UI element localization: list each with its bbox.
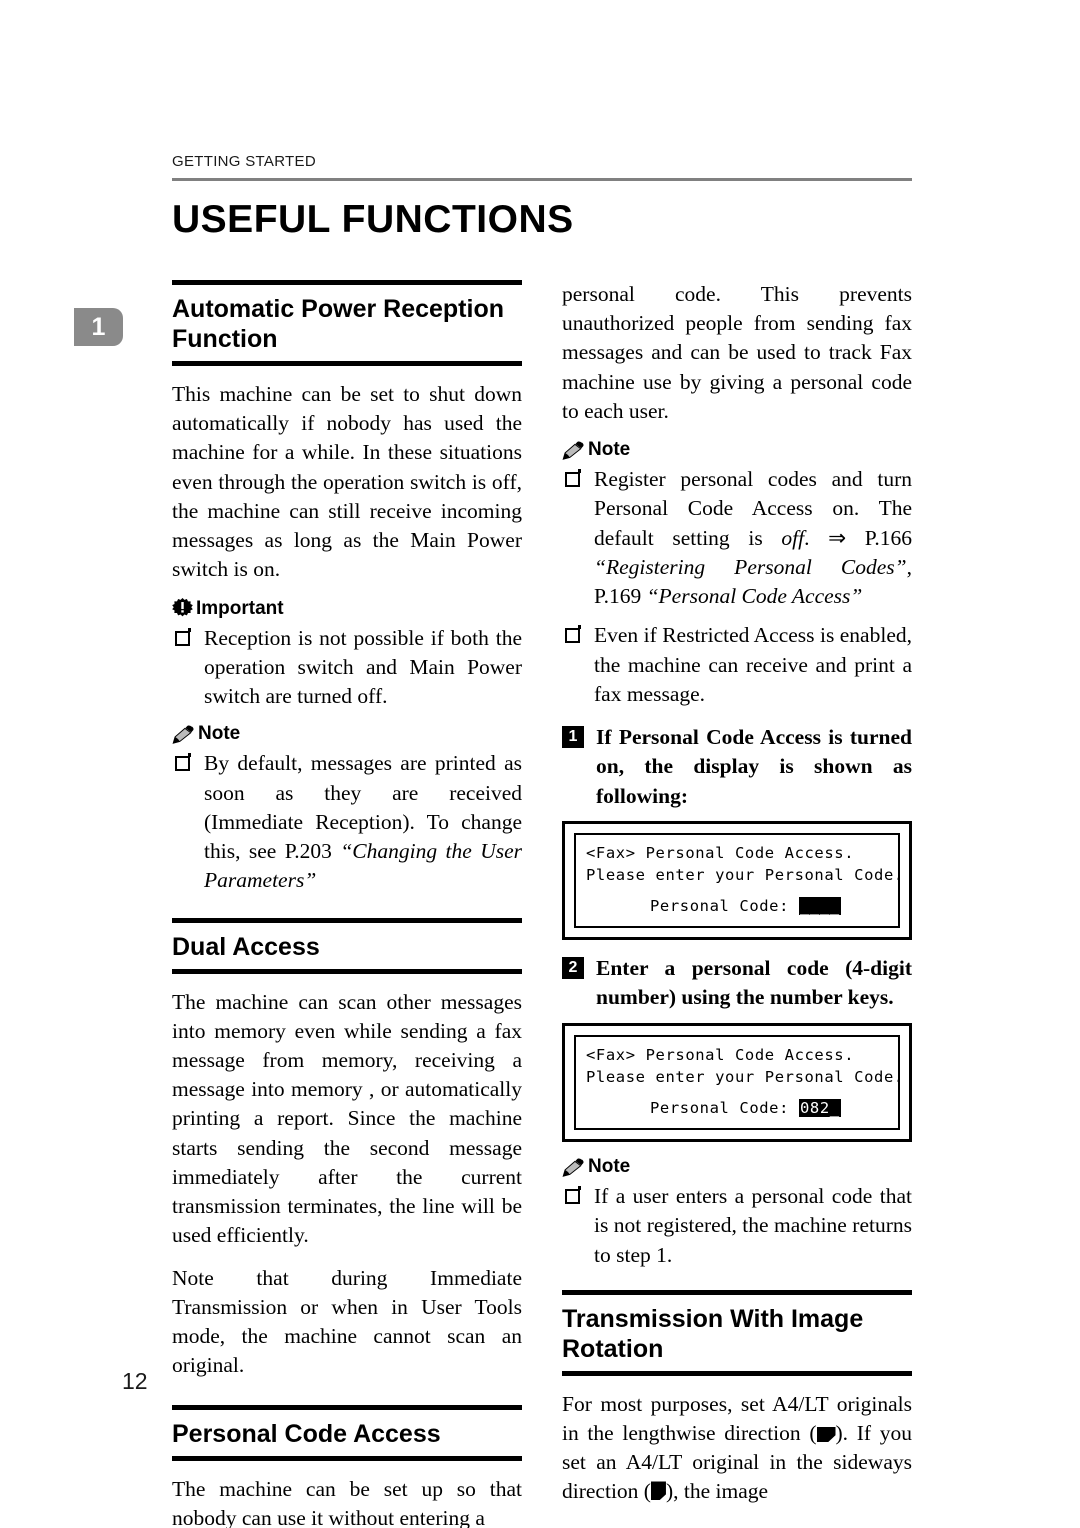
cross-reference: “Registering Personal Codes” <box>594 554 907 579</box>
lcd-display-1: <Fax> Personal Code Access. Please enter… <box>562 820 912 941</box>
document-page: GETTING STARTED USEFUL FUNCTIONS 1 Autom… <box>0 0 1080 1528</box>
note-label-text: Note <box>198 723 241 745</box>
step-number: 2 <box>562 957 584 980</box>
section-title: Automatic Power Reception Function <box>172 295 504 353</box>
important-callout-label: Important <box>172 598 522 620</box>
list-item: Register personal codes and turn Persona… <box>562 465 912 611</box>
section-dual-access: Dual Access The machine can scan other m… <box>172 917 522 1381</box>
note-label-text: Note <box>588 1156 631 1178</box>
note-callout-label: Note <box>562 439 912 461</box>
chapter-tab: 1 <box>74 308 123 346</box>
running-header: GETTING STARTED <box>172 153 316 170</box>
section-rule-bottom <box>172 968 522 974</box>
page-number: 12 <box>122 1368 148 1394</box>
header-rule <box>172 178 912 181</box>
note-label-text: Note <box>588 439 631 461</box>
chapter-tab-number: 1 <box>91 312 106 341</box>
section-automatic-power-reception: Automatic Power Reception Function This … <box>172 280 522 896</box>
section-rule-top <box>172 1404 522 1410</box>
section-rule-bottom <box>172 361 522 366</box>
step-text: Enter a personal code (4-digit number) u… <box>596 956 912 1010</box>
section-rule-top <box>562 1289 912 1295</box>
list-item-text: Even if Restricted Access is enabled, th… <box>594 623 912 706</box>
note-list: Register personal codes and turn Persona… <box>562 465 912 709</box>
paragraph-part-c: ), the image <box>665 1479 769 1504</box>
default-setting-value: off <box>781 525 805 550</box>
pencil-icon <box>562 441 585 460</box>
step-1: 1 If Personal Code Access is turned on, … <box>562 723 912 811</box>
section-paragraph: This machine can be set to shut down aut… <box>172 382 522 582</box>
section-title: Dual Access <box>172 932 320 961</box>
personal-code-label: Personal Code: <box>650 896 799 915</box>
lcd-line-1: <Fax> Personal Code Access. <box>586 1045 855 1064</box>
lcd-line-2: Please enter your Personal Code. <box>586 1068 904 1087</box>
list-item-text: Reception is not possible if both the op… <box>204 625 522 709</box>
page-title: USEFUL FUNCTIONS <box>172 198 574 241</box>
lcd-line-3: Personal Code: 082_ <box>586 1097 888 1119</box>
note-callout-label: Note <box>172 723 522 745</box>
lcd-screen: <Fax> Personal Code Access. Please enter… <box>574 1034 904 1131</box>
landscape-orientation-icon <box>816 1426 836 1442</box>
note-list: By default, messages are printed as soon… <box>172 749 522 895</box>
section-rule-top <box>172 280 522 285</box>
cross-reference: “Personal Code Access” <box>646 584 863 609</box>
lcd-blank-line <box>586 887 888 895</box>
pencil-icon <box>562 1158 585 1177</box>
note-list: If a user enters a personal code that is… <box>562 1182 912 1270</box>
square-bullet-icon <box>565 625 581 644</box>
square-bullet-icon <box>175 753 191 772</box>
section-personal-code-access: Personal Code Access The machine can be … <box>172 1404 522 1528</box>
personal-code-field[interactable]: 082_ <box>798 1098 841 1117</box>
section-title: Personal Code Access <box>172 1419 441 1448</box>
section-rule-bottom <box>172 1455 522 1461</box>
pencil-icon <box>172 725 195 744</box>
list-item: Reception is not possible if both the op… <box>172 624 522 712</box>
note-callout-label: Note <box>562 1156 912 1178</box>
lcd-screen: <Fax> Personal Code Access. Please enter… <box>574 832 904 929</box>
personal-code-field[interactable]: ____ <box>798 896 841 915</box>
list-item-text: . ⇒ P.166 <box>804 525 912 550</box>
lcd-line-2: Please enter your Personal Code. <box>586 866 904 885</box>
section-paragraph: The machine can be set up so that nobody… <box>172 1476 522 1528</box>
section-paragraph: For most purposes, set A4/LT originals i… <box>562 1390 912 1507</box>
section-title: Transmission With Image Rotation <box>562 1304 864 1363</box>
step-2: 2 Enter a personal code (4-digit number)… <box>562 954 912 1012</box>
important-icon <box>172 598 193 619</box>
important-list: Reception is not possible if both the op… <box>172 624 522 712</box>
lcd-line-1: <Fax> Personal Code Access. <box>586 843 855 862</box>
personal-code-label: Personal Code: <box>650 1098 799 1117</box>
section-transmission-with-image-rotation: Transmission With Image Rotation For mos… <box>562 1289 912 1507</box>
left-column: Automatic Power Reception Function This … <box>172 280 522 1528</box>
step-number: 1 <box>562 726 584 749</box>
lcd-blank-line <box>586 1089 888 1097</box>
important-label-text: Important <box>196 597 284 619</box>
lcd-display-2: <Fax> Personal Code Access. Please enter… <box>562 1022 912 1143</box>
section-rule-bottom <box>562 1370 912 1376</box>
list-item: By default, messages are printed as soon… <box>172 749 522 895</box>
square-bullet-icon <box>565 469 581 488</box>
square-bullet-icon <box>565 1186 581 1205</box>
lcd-line-3: Personal Code: ____ <box>586 895 888 917</box>
right-column: personal code. This prevents unauthorize… <box>562 280 912 1507</box>
section-paragraph: The machine can scan other messages into… <box>172 989 522 1248</box>
continued-paragraph: personal code. This prevents unauthorize… <box>562 282 912 423</box>
section-paragraph: Note that during Immediate Transmission … <box>172 1265 522 1378</box>
step-text: If Personal Code Access is turned on, th… <box>596 725 912 808</box>
square-bullet-icon <box>175 627 191 646</box>
list-item-text: If a user enters a personal code that is… <box>594 1184 912 1267</box>
portrait-orientation-icon <box>650 1481 666 1501</box>
section-rule-top <box>172 917 522 923</box>
list-item: Even if Restricted Access is enabled, th… <box>562 621 912 709</box>
list-item: If a user enters a personal code that is… <box>562 1182 912 1270</box>
